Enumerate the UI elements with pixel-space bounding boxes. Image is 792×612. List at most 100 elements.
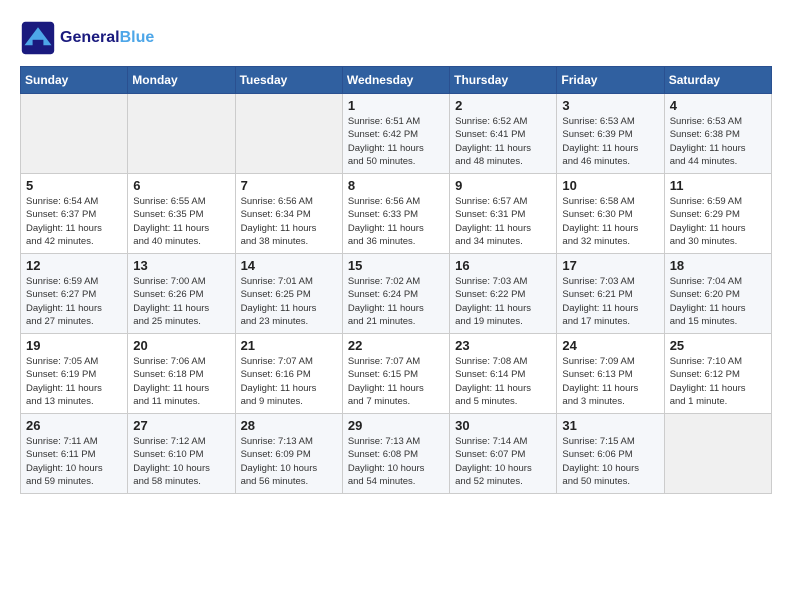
calendar-cell: 21 Sunrise: 7:07 AMSunset: 6:16 PMDayligh… xyxy=(235,334,342,414)
day-number: 9 xyxy=(455,178,551,193)
day-number: 16 xyxy=(455,258,551,273)
calendar-cell xyxy=(235,94,342,174)
calendar-cell xyxy=(21,94,128,174)
calendar-cell: 24 Sunrise: 7:09 AMSunset: 6:13 PMDayligh… xyxy=(557,334,664,414)
calendar-cell: 17Sunrise: 7:03 AMSunset: 6:21 PMDayligh… xyxy=(557,254,664,334)
day-info: Sunrise: 7:07 AMSunset: 6:15 PMDaylight:… xyxy=(348,355,444,408)
column-header-friday: Friday xyxy=(557,67,664,94)
calendar-table: SundayMondayTuesdayWednesdayThursdayFrid… xyxy=(20,66,772,494)
calendar-cell: 9 Sunrise: 6:57 AMSunset: 6:31 PMDaylight… xyxy=(450,174,557,254)
day-number: 11 xyxy=(670,178,766,193)
day-number: 22 xyxy=(348,338,444,353)
day-number: 21 xyxy=(241,338,337,353)
day-number: 27 xyxy=(133,418,229,433)
calendar-cell: 13Sunrise: 7:00 AMSunset: 6:26 PMDayligh… xyxy=(128,254,235,334)
day-info: Sunrise: 7:07 AMSunset: 6:16 PMDaylight:… xyxy=(241,355,337,408)
calendar-week-5: 26 Sunrise: 7:11 AMSunset: 6:11 PMDayligh… xyxy=(21,414,772,494)
calendar-header-row: SundayMondayTuesdayWednesdayThursdayFrid… xyxy=(21,67,772,94)
day-info: Sunrise: 6:52 AMSunset: 6:41 PMDaylight:… xyxy=(455,115,551,168)
day-info: Sunrise: 7:03 AMSunset: 6:22 PMDaylight:… xyxy=(455,275,551,328)
day-number: 18 xyxy=(670,258,766,273)
day-info: Sunrise: 7:01 AMSunset: 6:25 PMDaylight:… xyxy=(241,275,337,328)
calendar-cell: 15 Sunrise: 7:02 AMSunset: 6:24 PMDayligh… xyxy=(342,254,449,334)
column-header-tuesday: Tuesday xyxy=(235,67,342,94)
day-number: 26 xyxy=(26,418,122,433)
calendar-cell: 31 Sunrise: 7:15 AMSunset: 6:06 PMDayligh… xyxy=(557,414,664,494)
calendar-cell: 5 Sunrise: 6:54 AMSunset: 6:37 PMDaylight… xyxy=(21,174,128,254)
day-info: Sunrise: 6:56 AMSunset: 6:34 PMDaylight:… xyxy=(241,195,337,248)
day-info: Sunrise: 7:13 AMSunset: 6:09 PMDaylight:… xyxy=(241,435,337,488)
calendar-cell: 29 Sunrise: 7:13 AMSunset: 6:08 PMDayligh… xyxy=(342,414,449,494)
day-number: 19 xyxy=(26,338,122,353)
column-header-saturday: Saturday xyxy=(664,67,771,94)
calendar-cell: 25Sunrise: 7:10 AMSunset: 6:12 PMDayligh… xyxy=(664,334,771,414)
calendar-cell: 4 Sunrise: 6:53 AMSunset: 6:38 PMDaylight… xyxy=(664,94,771,174)
calendar-week-1: 1 Sunrise: 6:51 AMSunset: 6:42 PMDaylight… xyxy=(21,94,772,174)
calendar-cell: 2 Sunrise: 6:52 AMSunset: 6:41 PMDaylight… xyxy=(450,94,557,174)
day-info: Sunrise: 6:51 AMSunset: 6:42 PMDaylight:… xyxy=(348,115,444,168)
day-info: Sunrise: 7:15 AMSunset: 6:06 PMDaylight:… xyxy=(562,435,658,488)
calendar-week-3: 12 Sunrise: 6:59 AMSunset: 6:27 PMDayligh… xyxy=(21,254,772,334)
calendar-cell: 18 Sunrise: 7:04 AMSunset: 6:20 PMDayligh… xyxy=(664,254,771,334)
calendar-week-4: 19 Sunrise: 7:05 AMSunset: 6:19 PMDayligh… xyxy=(21,334,772,414)
day-info: Sunrise: 7:11 AMSunset: 6:11 PMDaylight:… xyxy=(26,435,122,488)
calendar-cell: 12 Sunrise: 6:59 AMSunset: 6:27 PMDayligh… xyxy=(21,254,128,334)
day-info: Sunrise: 6:54 AMSunset: 6:37 PMDaylight:… xyxy=(26,195,122,248)
day-number: 13 xyxy=(133,258,229,273)
calendar-week-2: 5 Sunrise: 6:54 AMSunset: 6:37 PMDaylight… xyxy=(21,174,772,254)
day-info: Sunrise: 6:58 AMSunset: 6:30 PMDaylight:… xyxy=(562,195,658,248)
day-info: Sunrise: 7:12 AMSunset: 6:10 PMDaylight:… xyxy=(133,435,229,488)
day-number: 12 xyxy=(26,258,122,273)
calendar-cell: 10 Sunrise: 6:58 AMSunset: 6:30 PMDayligh… xyxy=(557,174,664,254)
logo-text: GeneralBlue xyxy=(60,29,154,47)
day-number: 25 xyxy=(670,338,766,353)
calendar-cell: 3 Sunrise: 6:53 AMSunset: 6:39 PMDaylight… xyxy=(557,94,664,174)
calendar-cell: 6Sunrise: 6:55 AMSunset: 6:35 PMDaylight… xyxy=(128,174,235,254)
calendar-cell: 16 Sunrise: 7:03 AMSunset: 6:22 PMDayligh… xyxy=(450,254,557,334)
calendar-cell: 19 Sunrise: 7:05 AMSunset: 6:19 PMDayligh… xyxy=(21,334,128,414)
day-number: 3 xyxy=(562,98,658,113)
column-header-sunday: Sunday xyxy=(21,67,128,94)
day-number: 29 xyxy=(348,418,444,433)
day-info: Sunrise: 7:13 AMSunset: 6:08 PMDaylight:… xyxy=(348,435,444,488)
calendar-cell: 27 Sunrise: 7:12 AMSunset: 6:10 PMDayligh… xyxy=(128,414,235,494)
day-number: 6 xyxy=(133,178,229,193)
day-info: Sunrise: 7:04 AMSunset: 6:20 PMDaylight:… xyxy=(670,275,766,328)
day-info: Sunrise: 6:56 AMSunset: 6:33 PMDaylight:… xyxy=(348,195,444,248)
column-header-thursday: Thursday xyxy=(450,67,557,94)
day-info: Sunrise: 7:03 AMSunset: 6:21 PMDaylight:… xyxy=(562,275,658,328)
day-info: Sunrise: 7:09 AMSunset: 6:13 PMDaylight:… xyxy=(562,355,658,408)
calendar-cell: 28 Sunrise: 7:13 AMSunset: 6:09 PMDayligh… xyxy=(235,414,342,494)
day-number: 31 xyxy=(562,418,658,433)
day-number: 1 xyxy=(348,98,444,113)
day-info: Sunrise: 7:08 AMSunset: 6:14 PMDaylight:… xyxy=(455,355,551,408)
calendar-body: 1 Sunrise: 6:51 AMSunset: 6:42 PMDaylight… xyxy=(21,94,772,494)
day-number: 2 xyxy=(455,98,551,113)
day-info: Sunrise: 7:14 AMSunset: 6:07 PMDaylight:… xyxy=(455,435,551,488)
day-number: 28 xyxy=(241,418,337,433)
day-number: 10 xyxy=(562,178,658,193)
calendar-cell: 8 Sunrise: 6:56 AMSunset: 6:33 PMDaylight… xyxy=(342,174,449,254)
day-number: 20 xyxy=(133,338,229,353)
calendar-cell xyxy=(128,94,235,174)
column-header-wednesday: Wednesday xyxy=(342,67,449,94)
day-info: Sunrise: 6:53 AMSunset: 6:39 PMDaylight:… xyxy=(562,115,658,168)
day-info: Sunrise: 6:53 AMSunset: 6:38 PMDaylight:… xyxy=(670,115,766,168)
calendar-cell: 20Sunrise: 7:06 AMSunset: 6:18 PMDayligh… xyxy=(128,334,235,414)
day-info: Sunrise: 6:57 AMSunset: 6:31 PMDaylight:… xyxy=(455,195,551,248)
calendar-cell: 1 Sunrise: 6:51 AMSunset: 6:42 PMDaylight… xyxy=(342,94,449,174)
day-number: 15 xyxy=(348,258,444,273)
logo: GeneralBlue xyxy=(20,20,154,56)
page-header: GeneralBlue xyxy=(20,20,772,56)
day-number: 8 xyxy=(348,178,444,193)
day-number: 30 xyxy=(455,418,551,433)
day-info: Sunrise: 7:02 AMSunset: 6:24 PMDaylight:… xyxy=(348,275,444,328)
day-info: Sunrise: 7:05 AMSunset: 6:19 PMDaylight:… xyxy=(26,355,122,408)
day-info: Sunrise: 6:59 AMSunset: 6:27 PMDaylight:… xyxy=(26,275,122,328)
day-number: 5 xyxy=(26,178,122,193)
calendar-cell: 23Sunrise: 7:08 AMSunset: 6:14 PMDayligh… xyxy=(450,334,557,414)
day-number: 14 xyxy=(241,258,337,273)
day-number: 4 xyxy=(670,98,766,113)
day-number: 24 xyxy=(562,338,658,353)
logo-icon xyxy=(20,20,56,56)
